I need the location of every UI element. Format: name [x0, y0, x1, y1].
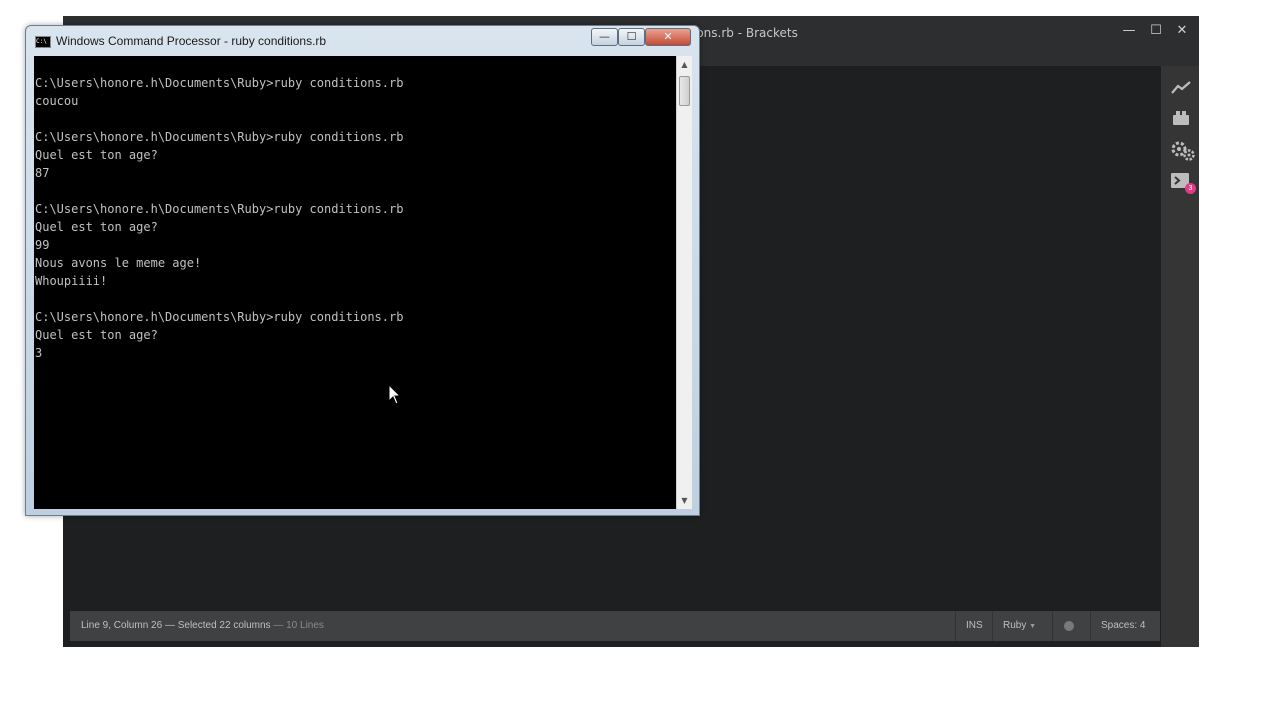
terminal-icon[interactable]: 3	[1169, 170, 1196, 194]
status-line-count: — 10 Lines	[270, 620, 324, 631]
cmd-app-icon: C:\	[35, 36, 51, 48]
mouse-pointer-icon	[388, 383, 404, 406]
console-output: C:\Users\honore.h\Documents\Ruby>ruby co…	[35, 76, 404, 360]
brackets-window-title: ions.rb - Brackets	[693, 26, 798, 40]
gear-icon[interactable]	[1169, 137, 1195, 161]
brackets-minimize-button[interactable]: —	[1116, 21, 1142, 41]
language-selector[interactable]: Ruby ▼	[992, 611, 1046, 641]
indent-label: Spaces:	[1101, 620, 1138, 631]
indent-setting[interactable]: Spaces: 4	[1090, 611, 1155, 641]
extension-manager-icon[interactable]	[1169, 106, 1193, 130]
command-prompt-window: C:\ Windows Command Processor - ruby con…	[25, 25, 700, 516]
language-label: Ruby	[1003, 620, 1027, 631]
toolbar-rail: 3	[1161, 66, 1199, 647]
scroll-up-icon[interactable]: ▲	[677, 56, 692, 73]
indent-value: 4	[1139, 620, 1146, 631]
console-area[interactable]: C:\Users\honore.h\Documents\Ruby>ruby co…	[34, 56, 692, 509]
status-cursor-info: Line 9, Column 26 — Selected 22 columns …	[81, 620, 324, 631]
brackets-maximize-button[interactable]: ☐	[1143, 21, 1169, 41]
status-position: Line 9, Column 26 — Selected 22 columns	[81, 620, 271, 631]
live-preview-icon[interactable]	[1169, 76, 1193, 100]
notification-badge: 3	[1185, 183, 1196, 194]
status-insert-mode[interactable]: INS	[955, 611, 993, 641]
linter-status[interactable]	[1052, 611, 1089, 641]
status-bar: Line 9, Column 26 — Selected 22 columns …	[70, 611, 1160, 641]
linter-dot-icon	[1064, 621, 1074, 631]
scroll-down-icon[interactable]: ▼	[677, 492, 692, 509]
brackets-close-button[interactable]: ✕	[1169, 21, 1195, 41]
vertical-scrollbar[interactable]: ▲ ▼	[676, 56, 692, 509]
cmd-window-title: Windows Command Processor - ruby conditi…	[56, 34, 327, 48]
cmd-maximize-button[interactable]: ☐	[618, 28, 645, 46]
scroll-thumb[interactable]	[679, 76, 690, 106]
cmd-close-button[interactable]: ✕	[645, 28, 691, 46]
cmd-minimize-button[interactable]: —	[591, 28, 618, 46]
chevron-down-icon: ▼	[1029, 623, 1037, 630]
